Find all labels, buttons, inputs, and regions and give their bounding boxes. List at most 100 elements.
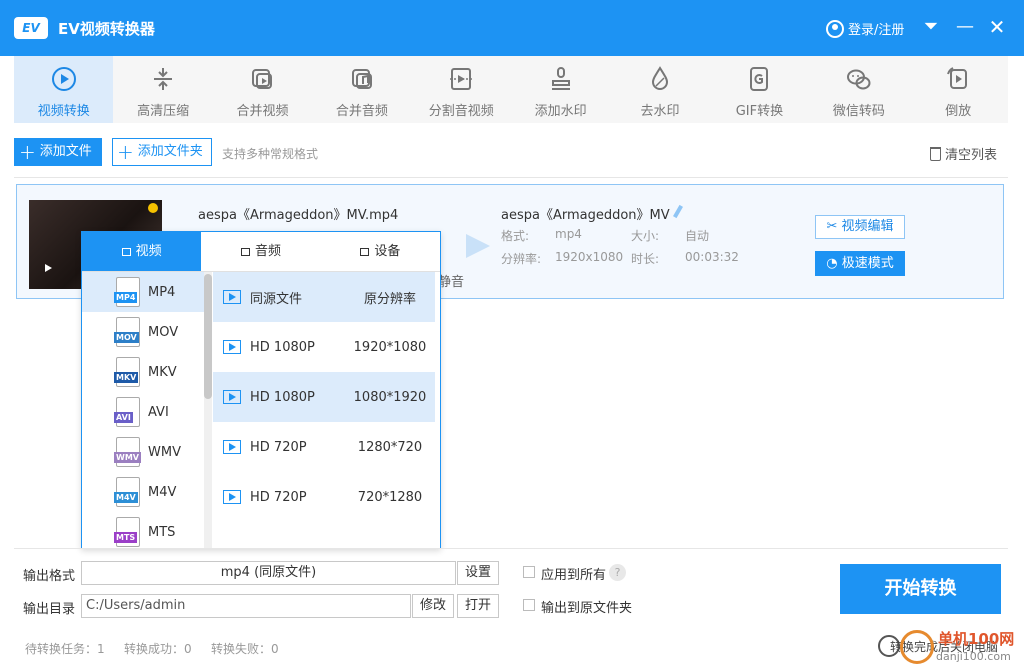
format-meta-value: mp4	[555, 227, 582, 241]
help-icon[interactable]: ?	[609, 564, 626, 581]
resolution-meta-label: 分辨率:	[501, 252, 542, 266]
login-button[interactable]: 登录/注册	[826, 19, 904, 38]
tool-drop[interactable]: 去水印	[610, 56, 709, 123]
tool-label: 添加水印	[534, 104, 587, 119]
output-format-label: 输出格式	[23, 569, 76, 584]
popup-tab-1[interactable]: 音频	[201, 232, 320, 271]
resolution-item[interactable]: 同源文件 原分辨率	[213, 272, 435, 322]
format-item[interactable]: M4V M4V	[82, 472, 204, 512]
add-file-label: 添加文件	[39, 144, 92, 159]
tool-split[interactable]: 分割音视频	[412, 56, 511, 123]
size-meta-label: 大小:	[631, 229, 660, 243]
format-item[interactable]: MOV MOV	[82, 312, 204, 352]
login-label: 登录/注册	[848, 23, 905, 38]
popup-tab-label: 音频	[254, 244, 281, 259]
start-convert-button[interactable]: 开始转换	[840, 564, 1001, 614]
format-tag: MKV	[114, 372, 139, 383]
resolution-meta-value: 1920x1080	[555, 250, 624, 264]
wechat-icon	[846, 69, 871, 90]
tool-wechat[interactable]: 微信转码	[809, 56, 908, 123]
output-to-source-label: 输出到原文件夹	[541, 601, 633, 616]
popup-tab-0[interactable]: 视频	[82, 232, 202, 271]
tool-label: 高清压缩	[137, 104, 190, 119]
format-scrollbar-thumb[interactable]	[204, 274, 212, 399]
mute-label[interactable]: 静音	[438, 271, 464, 290]
user-icon	[826, 19, 844, 38]
format-name: M4V	[148, 484, 177, 500]
add-folder-button[interactable]: + 添加文件夹	[112, 138, 212, 166]
popup-tab-2[interactable]: 设备	[321, 232, 440, 271]
video-edit-button[interactable]: ✂ 视频编辑	[815, 215, 905, 239]
device-tab-icon	[360, 248, 370, 256]
add-file-button[interactable]: + 添加文件	[14, 138, 102, 166]
format-tabs: 视频 音频 设备	[82, 232, 440, 272]
watermark-logo: 单机100网 danji100.com	[900, 628, 1020, 668]
tool-label: 视频转换	[37, 104, 90, 119]
format-hint: 支持多种常规格式	[222, 147, 319, 161]
app-logo: EV	[14, 17, 48, 39]
resolution-item[interactable]: HD 1080P 1080*1920	[213, 372, 435, 422]
merge-audio-icon	[351, 69, 372, 89]
resolution-item[interactable]: HD 1080P 1920*1080	[213, 322, 435, 372]
success-count: 转换成功：0	[124, 642, 192, 656]
resolution-name: HD 1080P	[250, 389, 315, 405]
tool-stamp[interactable]: 添加水印	[511, 56, 610, 123]
tool-label: GIF转换	[735, 104, 784, 119]
output-to-source-checkbox[interactable]	[523, 599, 535, 611]
format-popup: 视频 音频 设备 MP4 MP4 MOV MOV MKV MKV AVI AVI WMV WMV M4V…	[81, 231, 441, 549]
title-bar: EV EV视频转换器 登录/注册 ⏷ — ✕	[0, 0, 1024, 56]
tool-label: 去水印	[640, 104, 680, 119]
format-list: MP4 MP4 MOV MOV MKV MKV AVI AVI WMV WMV M4V M4V MTS M…	[82, 272, 204, 548]
play-icon[interactable]	[45, 264, 52, 272]
output-dir-field[interactable]: C:/Users/admin	[81, 594, 411, 618]
tool-label: 合并视频	[236, 104, 289, 119]
badge-icon	[148, 203, 158, 213]
file-format-icon: MP4	[114, 277, 140, 307]
clear-list-button[interactable]: 清空列表	[930, 144, 997, 163]
close-button[interactable]: ✕	[986, 16, 1008, 38]
speed-mode-button[interactable]: ◔ 极速模式	[815, 251, 905, 276]
output-format-field[interactable]: mp4 (同原文件)	[81, 561, 456, 585]
format-item[interactable]: MTS MTS	[82, 512, 204, 548]
tool-video-convert[interactable]: 视频转换	[14, 56, 114, 123]
format-item[interactable]: WMV WMV	[82, 432, 204, 472]
format-meta-label: 格式:	[501, 229, 530, 243]
apply-all-checkbox[interactable]	[523, 566, 535, 578]
divider	[14, 177, 1008, 178]
file-format-icon: WMV	[114, 437, 141, 467]
tool-gif[interactable]: GIF转换	[710, 56, 809, 123]
tool-merge-video[interactable]: 合并视频	[213, 56, 312, 123]
format-item[interactable]: AVI AVI	[82, 392, 204, 432]
format-item[interactable]: MP4 MP4	[82, 272, 204, 312]
target-file-name: aespa《Armageddon》MV	[501, 208, 670, 223]
output-dir-label: 输出目录	[23, 602, 76, 617]
resolution-item[interactable]: HD 720P 720*1280	[213, 472, 435, 522]
video-convert-icon	[51, 67, 76, 91]
format-tag: MTS	[114, 532, 138, 543]
tool-merge-audio[interactable]: 合并音频	[312, 56, 411, 123]
settings-button[interactable]: 设置	[457, 561, 499, 585]
stamp-icon	[551, 67, 570, 90]
resolution-name: HD 1080P	[250, 339, 315, 355]
watermark-ring-icon	[900, 630, 934, 664]
minimize-button[interactable]: —	[954, 16, 976, 38]
modify-button[interactable]: 修改	[412, 594, 454, 618]
duration-meta-value: 00:03:32	[685, 250, 739, 264]
format-tag: AVI	[114, 412, 133, 423]
format-name: MTS	[148, 524, 176, 540]
format-name: WMV	[148, 444, 181, 460]
format-item[interactable]: MKV MKV	[82, 352, 204, 392]
format-name: MKV	[148, 364, 177, 380]
plus-icon: +	[19, 140, 36, 164]
format-name: MOV	[148, 324, 179, 340]
resolution-item[interactable]: HD 720P 1280*720	[213, 422, 435, 472]
split-icon	[450, 68, 473, 90]
menu-icon[interactable]: ⏷	[920, 16, 942, 38]
plus-icon: +	[117, 140, 134, 164]
tool-compress[interactable]: 高清压缩	[113, 56, 212, 123]
drop-icon	[652, 66, 669, 90]
resolution-list: 同源文件 原分辨率 HD 1080P 1920*1080 HD 1080P 1080*19…	[213, 272, 435, 548]
tool-reverse[interactable]: 倒放	[909, 56, 1008, 123]
open-button[interactable]: 打开	[457, 594, 499, 618]
watermark-url: danji100.com	[936, 650, 1011, 663]
